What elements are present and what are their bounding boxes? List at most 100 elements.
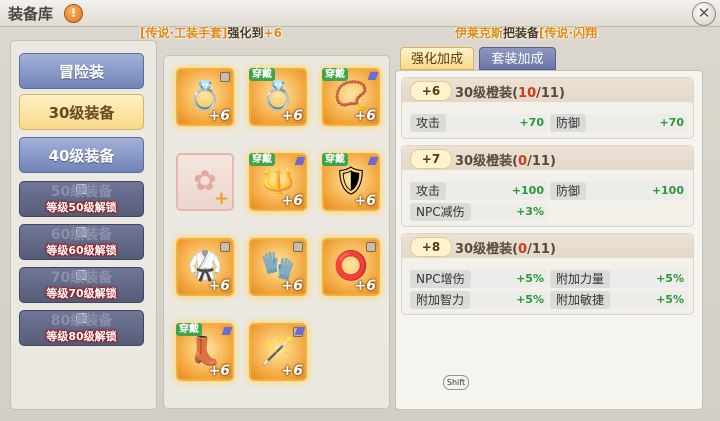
enhance-level: +6	[281, 108, 303, 124]
lock-icon	[220, 242, 230, 252]
stat-row: 防御 +100	[550, 182, 688, 200]
tab-enhance-bonus[interactable]: 强化加成	[400, 47, 474, 70]
equipment-slot-armor[interactable]: 🥋 +6	[176, 238, 234, 296]
equipment-slot-staff[interactable]: 🪄 +6	[249, 323, 307, 381]
enhance-level: +6	[354, 193, 376, 209]
category-level60-button[interactable]: 60级装备 等级60级解锁	[19, 224, 144, 260]
stat-value: +70	[519, 116, 544, 129]
stat-value: +100	[511, 184, 544, 197]
stat-row: NPC增伤 +5%	[410, 270, 548, 288]
enhance-level: +6	[354, 278, 376, 294]
bonus-name: 30级橙装(0/11)	[455, 242, 556, 257]
stat-label: NPC减伤	[410, 203, 471, 221]
bonus-name: 30级橙装(10/11)	[455, 86, 565, 101]
bonus-panel: +6 30级橙装(10/11) 攻击 +70 防御 +70 +7 30级橙装(0…	[395, 70, 703, 410]
bonus-block: +8 30级橙装(0/11) NPC增伤 +5% 附加力量 +5% 附加智力 +…	[401, 233, 694, 315]
notice-item-name: [传说·闪翔	[539, 26, 598, 40]
bonus-header: +6 30级橙装(10/11)	[402, 78, 693, 102]
enhance-level: +6	[208, 363, 230, 379]
enhance-level-badge: +6	[410, 81, 452, 101]
broadcast-notice-right: 伊莱克斯把装备[传说·闪翔	[455, 24, 597, 41]
category-adventure-button[interactable]: 冒险装	[19, 53, 144, 89]
notice-player-name: 伊莱克斯	[455, 26, 504, 40]
stat-label: 防御	[550, 182, 587, 200]
category-level30-button[interactable]: 30级装备	[19, 94, 144, 130]
enhance-level-badge: +7	[410, 149, 452, 169]
bonus-header: +8 30级橙装(0/11)	[402, 234, 693, 258]
enhance-level: +6	[208, 278, 230, 294]
equipment-library-window: 装备库 ! ✕ [传说·工装手套]强化到+6 伊莱克斯把装备[传说·闪翔 冒险装…	[0, 0, 720, 421]
help-icon[interactable]: !	[64, 4, 83, 23]
notice-verb: 把装备	[503, 26, 540, 40]
enhance-level: +6	[281, 363, 303, 379]
stat-row: NPC减伤 +3%	[410, 203, 548, 221]
notice-level: +6	[263, 26, 282, 40]
shift-key-hint: Shift	[443, 375, 469, 390]
stat-value: +5%	[656, 272, 684, 285]
bonus-count: 0	[518, 154, 528, 169]
category-level80-button[interactable]: 80级装备 等级80级解锁	[19, 310, 144, 346]
lock-icon	[366, 242, 376, 252]
stat-label: 攻击	[410, 114, 447, 132]
title-bar: 装备库 ! ✕	[0, 0, 720, 27]
equipment-slot-weapon[interactable]: 🔱 穿戴 +6	[249, 153, 307, 211]
stat-label: 附加敏捷	[550, 291, 611, 309]
worn-badge: 穿戴	[249, 153, 275, 166]
bonus-block: +7 30级橙装(0/11) 攻击 +100 防御 +100 NPC减伤 +3%	[401, 145, 694, 227]
worn-badge: 穿戴	[322, 68, 348, 81]
stat-value: +100	[651, 184, 684, 197]
notice-item-name: [传说·工装手套]	[140, 26, 228, 40]
stat-row: 攻击 +100	[410, 182, 548, 200]
close-icon[interactable]: ✕	[692, 2, 716, 26]
equipment-slot-gloves[interactable]: 🧤 +6	[249, 238, 307, 296]
bonus-count: 0	[518, 242, 528, 257]
stat-row: 附加敏捷 +5%	[550, 291, 688, 309]
window-title: 装备库	[8, 5, 54, 23]
bonus-set-name: 30级橙装	[455, 242, 513, 257]
stat-label: 附加智力	[410, 291, 471, 309]
enhance-level: +6	[281, 193, 303, 209]
stat-row: 附加智力 +5%	[410, 291, 548, 309]
stat-label: NPC增伤	[410, 270, 471, 288]
stat-row: 附加力量 +5%	[550, 270, 688, 288]
unlock-requirement: 等级80级解锁	[46, 330, 117, 343]
worn-badge: 穿戴	[249, 68, 275, 81]
category-level40-button[interactable]: 40级装备	[19, 137, 144, 173]
bonus-count: 10	[518, 86, 537, 101]
equipment-slot-belt[interactable]: ⭕ +6	[322, 238, 380, 296]
stat-value: +70	[659, 116, 684, 129]
stat-value: +5%	[516, 272, 544, 285]
broadcast-notice-left: [传说·工装手套]强化到+6	[140, 24, 282, 41]
worn-badge: 穿戴	[176, 323, 202, 336]
bonus-block: +6 30级橙装(10/11) 攻击 +70 防御 +70	[401, 77, 694, 139]
category-level70-button[interactable]: 70级装备 等级70级解锁	[19, 267, 144, 303]
stat-label: 攻击	[410, 182, 447, 200]
equipment-slot-ring[interactable]: 💍 +6	[176, 68, 234, 126]
bonus-total: /11	[527, 242, 550, 257]
category-level50-button[interactable]: 50级装备 等级50级解锁	[19, 181, 144, 217]
bonus-name: 30级橙装(0/11)	[455, 154, 556, 169]
equipment-slot-necklace[interactable]: 📿 穿戴 +6	[322, 68, 380, 126]
category-panel: 冒险装 30级装备 40级装备 50级装备 等级50级解锁 60级装备 等级60…	[10, 40, 157, 410]
stat-row: 防御 +70	[550, 114, 688, 132]
stat-value: +5%	[516, 293, 544, 306]
bonus-total: /11	[527, 154, 550, 169]
notice-verb: 强化到	[227, 26, 264, 40]
enhance-level: +6	[354, 108, 376, 124]
stat-label: 防御	[550, 114, 587, 132]
stat-label: 附加力量	[550, 270, 611, 288]
equipment-slot-empty[interactable]: ✿ +	[176, 153, 234, 211]
lock-icon	[293, 242, 303, 252]
equipment-slot-ring-2[interactable]: 💍 穿戴 +6	[249, 68, 307, 126]
enhance-level: +6	[281, 278, 303, 294]
add-icon: +	[213, 188, 229, 209]
tab-set-bonus[interactable]: 套装加成	[479, 47, 556, 70]
bonus-set-name: 30级橙装	[455, 86, 513, 101]
equipment-slot-boots[interactable]: 👢 穿戴 +6	[176, 323, 234, 381]
bonus-header: +7 30级橙装(0/11)	[402, 146, 693, 170]
worn-badge: 穿戴	[322, 153, 348, 166]
enhance-level: +6	[208, 108, 230, 124]
equipment-slot-shield[interactable]: 🛡 穿戴 +6	[322, 153, 380, 211]
enhance-level-badge: +8	[410, 237, 452, 257]
stat-value: +3%	[516, 205, 544, 218]
